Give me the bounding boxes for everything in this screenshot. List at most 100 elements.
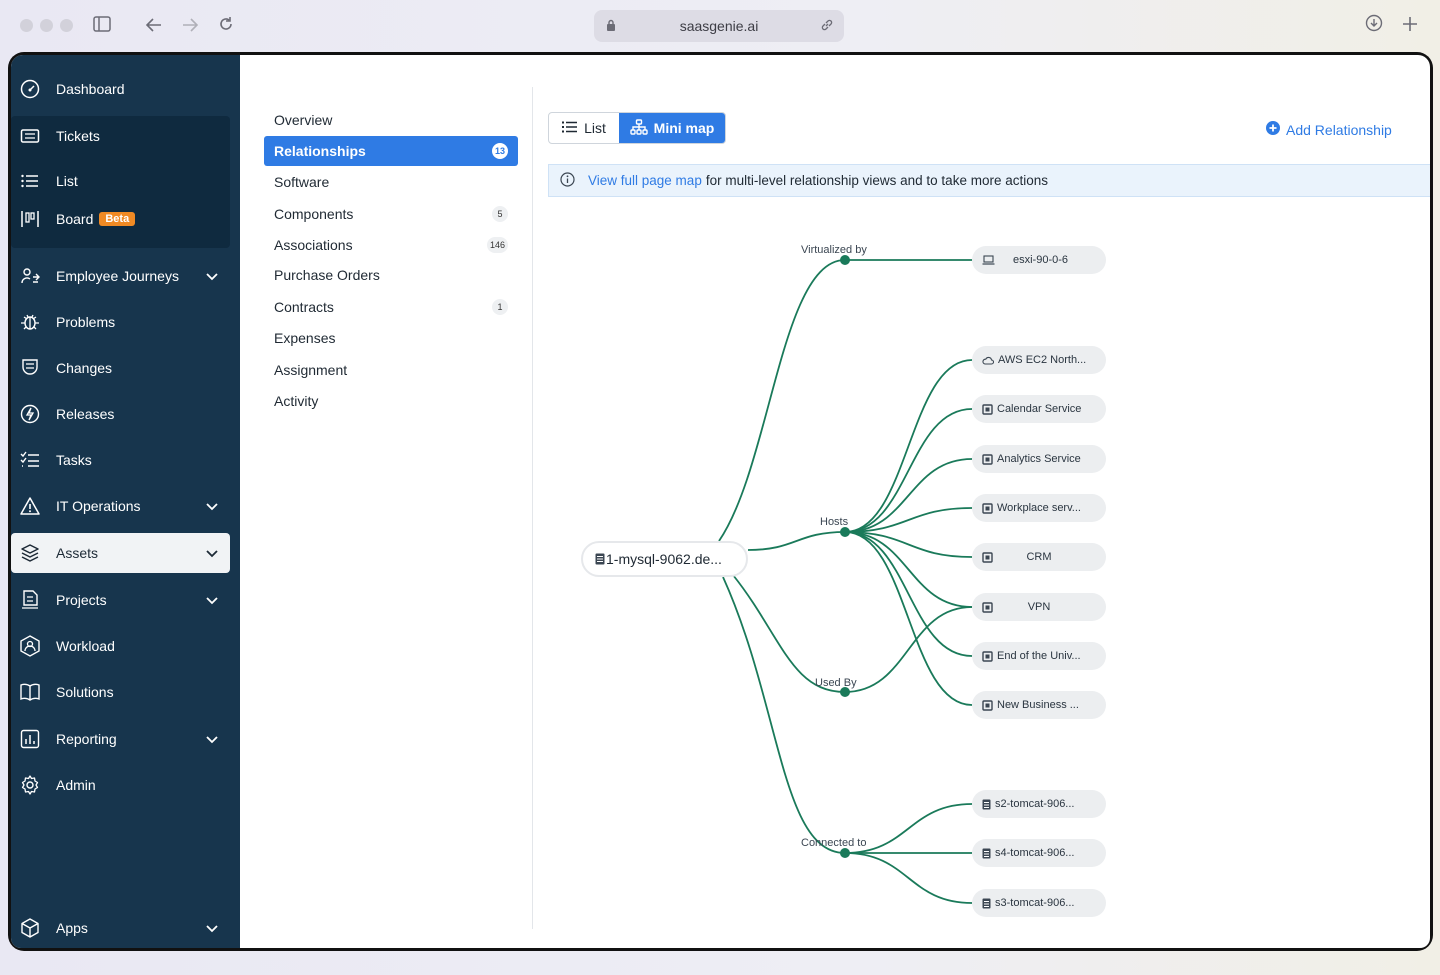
map-node-vpn[interactable]: VPN xyxy=(972,593,1106,621)
map-node-end-of-universe[interactable]: End of the Univ... xyxy=(972,642,1106,670)
chevron-down-icon[interactable] xyxy=(206,498,218,514)
window-minimize-button[interactable] xyxy=(40,19,53,32)
map-node-crm[interactable]: CRM xyxy=(972,543,1106,571)
chevron-down-icon[interactable] xyxy=(206,268,218,284)
sidebar-item-label: IT Operations xyxy=(56,498,141,514)
map-node-aws-ec2[interactable]: AWS EC2 North... xyxy=(972,346,1106,374)
app-window: Dashboard Tickets List Board Beta Employ… xyxy=(11,55,1430,948)
subnav-item-activity[interactable]: Activity xyxy=(264,386,518,416)
node-label: Workplace serv... xyxy=(997,502,1081,514)
forward-arrow-icon[interactable] xyxy=(178,14,202,38)
sidebar-item-label: Apps xyxy=(56,920,88,936)
subnav-item-relationships[interactable]: Relationships 13 xyxy=(264,136,518,166)
subnav-item-overview[interactable]: Overview xyxy=(264,105,518,135)
tasks-icon xyxy=(19,449,41,471)
sidebar-item-projects[interactable]: Projects xyxy=(11,580,230,620)
sidebar-item-label: Reporting xyxy=(56,731,117,747)
link-icon[interactable] xyxy=(820,18,834,37)
sidebar-item-board[interactable]: Board Beta xyxy=(11,199,230,239)
sidebar-toggle-icon[interactable] xyxy=(90,14,114,38)
mini-map-label: Mini map xyxy=(653,120,715,136)
changes-icon xyxy=(19,357,41,379)
sidebar-item-it-operations[interactable]: IT Operations xyxy=(11,486,230,526)
chevron-down-icon[interactable] xyxy=(206,592,218,608)
subnav-item-software[interactable]: Software xyxy=(264,167,518,197)
sidebar-item-releases[interactable]: Releases xyxy=(11,394,230,434)
map-node-calendar-service[interactable]: Calendar Service xyxy=(972,395,1106,423)
server-icon xyxy=(595,553,605,565)
sidebar-item-reporting[interactable]: Reporting xyxy=(11,719,230,759)
list-icon xyxy=(19,170,41,192)
root-node-label: 1-mysql-9062.de... xyxy=(606,551,722,567)
subnav-item-assignment[interactable]: Assignment xyxy=(264,355,518,385)
sidebar-item-label: Admin xyxy=(56,777,96,793)
node-label: s4-tomcat-906... xyxy=(995,847,1075,859)
address-bar[interactable]: saasgenie.ai xyxy=(594,10,844,42)
add-relationship-button[interactable]: Add Relationship xyxy=(1266,121,1392,138)
relation-hub-dot[interactable] xyxy=(840,848,850,858)
node-label: VPN xyxy=(1027,601,1051,613)
relation-link xyxy=(844,852,973,904)
gear-icon xyxy=(19,774,41,796)
map-node-s3-tomcat[interactable]: s3-tomcat-906... xyxy=(972,889,1106,917)
subnav-item-expenses[interactable]: Expenses xyxy=(264,323,518,353)
sidebar-item-problems[interactable]: Problems xyxy=(11,302,230,342)
sitemap-icon xyxy=(629,118,648,138)
view-full-map-link[interactable]: View full page map xyxy=(588,173,702,188)
window-zoom-button[interactable] xyxy=(60,19,73,32)
sidebar-item-assets[interactable]: Assets xyxy=(11,533,230,573)
root-node[interactable]: 1-mysql-9062.de... xyxy=(581,541,748,577)
map-node-esxi[interactable]: esxi-90-0-6 xyxy=(972,246,1106,274)
map-node-analytics-service[interactable]: Analytics Service xyxy=(972,445,1106,473)
chevron-down-icon[interactable] xyxy=(206,920,218,936)
subnav-item-label: Purchase Orders xyxy=(274,267,380,283)
server-icon xyxy=(982,898,991,909)
projects-icon xyxy=(19,589,41,611)
new-tab-icon[interactable] xyxy=(1398,14,1422,38)
subnav-item-purchase-orders[interactable]: Purchase Orders xyxy=(264,260,518,290)
cloud-icon xyxy=(982,356,994,365)
subnav-item-label: Relationships xyxy=(274,143,366,159)
sidebar-item-tickets[interactable]: Tickets xyxy=(11,116,230,156)
laptop-icon xyxy=(982,255,995,265)
sidebar-item-label: Assets xyxy=(56,545,99,561)
sidebar-item-label: Changes xyxy=(56,360,113,376)
service-icon xyxy=(982,403,993,415)
subnav-item-components[interactable]: Components 5 xyxy=(264,199,518,229)
sidebar-item-admin[interactable]: Admin xyxy=(11,765,230,805)
relation-hub-dot[interactable] xyxy=(840,255,850,265)
list-view-button[interactable]: List xyxy=(549,113,619,143)
mini-map-button[interactable]: Mini map xyxy=(619,113,725,143)
relation-hub-dot[interactable] xyxy=(840,527,850,537)
subnav-item-contracts[interactable]: Contracts 1 xyxy=(264,292,518,322)
window-close-button[interactable] xyxy=(20,19,33,32)
back-arrow-icon[interactable] xyxy=(142,14,166,38)
workload-icon xyxy=(19,635,41,657)
map-node-s2-tomcat[interactable]: s2-tomcat-906... xyxy=(972,790,1106,818)
sidebar-item-dashboard[interactable]: Dashboard xyxy=(11,69,230,109)
sidebar-item-tasks[interactable]: Tasks xyxy=(11,440,230,480)
map-node-new-business[interactable]: New Business ... xyxy=(972,691,1106,719)
subnav-item-label: Components xyxy=(274,206,354,222)
plus-circle-icon xyxy=(1266,121,1280,138)
relation-link xyxy=(718,259,846,542)
server-icon xyxy=(982,848,991,859)
sidebar-item-changes[interactable]: Changes xyxy=(11,348,230,388)
chevron-down-icon[interactable] xyxy=(206,545,218,561)
server-icon xyxy=(982,799,991,810)
sidebar-item-apps[interactable]: Apps xyxy=(11,908,230,948)
sidebar-item-solutions[interactable]: Solutions xyxy=(11,672,230,712)
relation-link xyxy=(844,531,973,706)
subnav-item-associations[interactable]: Associations 146 xyxy=(264,230,518,260)
download-icon[interactable] xyxy=(1362,14,1386,38)
sidebar-item-employee-journeys[interactable]: Employee Journeys xyxy=(11,256,230,296)
map-node-s4-tomcat[interactable]: s4-tomcat-906... xyxy=(972,839,1106,867)
relation-link xyxy=(747,531,846,551)
journey-icon xyxy=(19,265,41,287)
chevron-down-icon[interactable] xyxy=(206,731,218,747)
relation-label-virtualized-by: Virtualized by xyxy=(801,244,867,256)
sidebar-item-workload[interactable]: Workload xyxy=(11,626,230,666)
sidebar-item-list[interactable]: List xyxy=(11,161,230,201)
map-node-workplace-service[interactable]: Workplace serv... xyxy=(972,494,1106,522)
reload-icon[interactable] xyxy=(214,14,238,38)
